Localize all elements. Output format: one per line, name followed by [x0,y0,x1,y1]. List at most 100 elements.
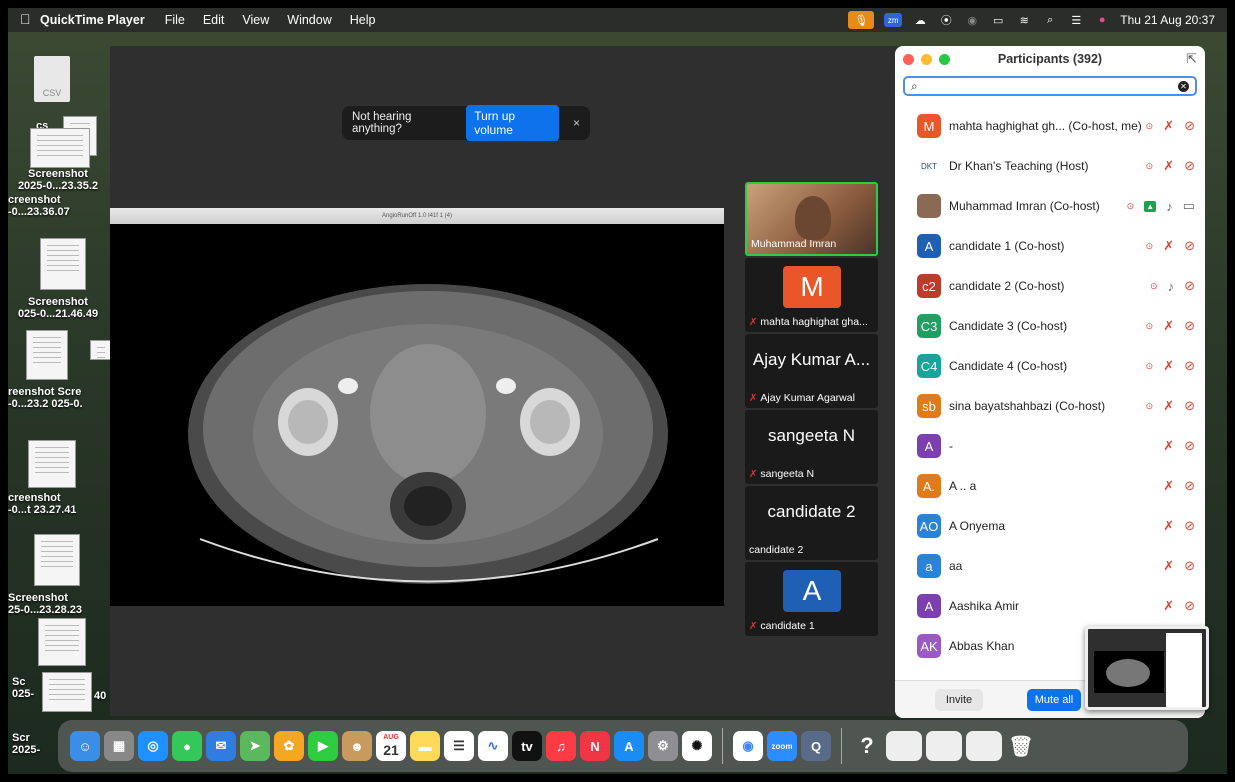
quicktime-icon[interactable]: Q [801,731,831,761]
messages-icon[interactable]: ● [172,731,202,761]
recording-icon[interactable]: ⊙ [1146,161,1154,172]
mic-on-icon[interactable]: ♪ [1166,199,1173,214]
menu-help[interactable]: Help [350,13,376,27]
mute-all-button[interactable]: Mute all [1027,689,1081,711]
trash-icon[interactable]: 🗑 [1006,731,1036,761]
mic-muted-icon[interactable]: ✗ [1163,558,1174,574]
screenshot-thumb[interactable] [26,330,68,380]
turn-up-volume-button[interactable]: Turn up volume [466,105,559,141]
recent-screenshot-icon[interactable] [966,731,1002,761]
participant-row[interactable]: c2 candidate 2 (Co-host) ⊙ ♪ ⊘ [895,266,1205,306]
screenshot-thumb[interactable] [90,340,112,360]
video-off-icon[interactable]: ⊘ [1184,238,1195,254]
desktop-file-label[interactable]: Scr 2025- [12,732,52,756]
participant-row[interactable]: Mmahta haghighat gh... (Co-host, me) ⊙ ✗ ⊘ [895,106,1205,146]
share-screen-icon[interactable]: ▲ [1144,200,1157,212]
photos-icon[interactable]: ✿ [274,731,304,761]
participant-row[interactable]: A - ✗ ⊘ [895,426,1205,466]
participant-row[interactable]: sb sina bayatshahbazi (Co-host) ⊙ ✗ ⊘ [895,386,1205,426]
zoom-status-icon[interactable]: zm [884,13,903,27]
screenshot-thumb[interactable] [40,238,86,290]
contacts-icon[interactable]: ☻ [342,731,372,761]
clock[interactable]: Thu 21 Aug 20:37 [1120,13,1215,27]
chatgpt-icon[interactable]: ✺ [682,731,712,761]
desktop-file-label[interactable]: 40 [94,690,106,702]
play-icon[interactable]: ⦿ [938,13,954,27]
microphone-icon[interactable]: 🎙 [848,11,875,29]
recording-icon[interactable]: ⊙ [1146,361,1154,372]
recording-icon[interactable]: ⊙ [1146,121,1154,132]
video-off-icon[interactable]: ⊘ [1184,158,1195,174]
video-off-icon[interactable]: ⊘ [1184,438,1195,454]
search-icon[interactable]: ⌕ [1042,13,1058,27]
close-icon[interactable]: × [573,116,580,130]
mic-muted-icon[interactable]: ✗ [1163,518,1174,534]
apple-icon[interactable]:  [20,11,31,27]
participant-row[interactable]: Acandidate 1 (Co-host) ⊙ ✗ ⊘ [895,226,1205,266]
menu-file[interactable]: File [165,13,185,27]
participant-row[interactable]: A. A .. a ✗ ⊘ [895,466,1205,506]
video-tile[interactable]: candidate 2 candidate 2 [745,486,878,560]
video-tile[interactable]: A ✗ candidate 1 [745,562,878,636]
video-off-icon[interactable]: ⊘ [1184,598,1195,614]
desktop-file-label[interactable]: creenshot -0...t 23.27.41 [8,492,88,516]
screenshot-preview[interactable] [1085,626,1209,710]
participant-row[interactable]: Muhammad Imran (Co-host) ⊙ ▲ ♪ ▭ [895,186,1205,226]
menu-window[interactable]: Window [287,13,331,27]
notes-icon[interactable]: ▬ [410,731,440,761]
record-icon[interactable]: ◉ [964,13,980,27]
appstore-icon[interactable]: A [614,731,644,761]
chrome-icon[interactable]: ◉ [733,731,763,761]
facetime-icon[interactable]: ▶ [308,731,338,761]
siri-icon[interactable]: ● [1094,13,1110,27]
music-icon[interactable]: ♫ [546,731,576,761]
screenshot-thumb[interactable] [42,672,92,712]
zoom-icon[interactable]: zoom [767,731,797,761]
video-tile[interactable]: Ajay Kumar A... ✗ Ajay Kumar Agarwal [745,334,878,408]
mic-muted-icon[interactable]: ✗ [1163,238,1174,254]
video-on-icon[interactable]: ▭ [1183,198,1195,214]
desktop-file-label[interactable]: reenshot Scre -0...23.2 025-0. [8,386,118,410]
control-center-icon[interactable]: ☰ [1068,13,1084,27]
video-off-icon[interactable]: ⊘ [1184,478,1195,494]
participant-row[interactable]: DKT Dr Khan's Teaching (Host) ⊙ ✗ ⊘ [895,146,1205,186]
mic-muted-icon[interactable]: ✗ [1163,598,1174,614]
video-off-icon[interactable]: ⊘ [1184,118,1195,134]
app-menu[interactable]: QuickTime Player [40,13,145,27]
participant-row[interactable]: A Aashika Amir ✗ ⊘ [895,586,1205,626]
recent-screenshot-icon[interactable] [926,731,962,761]
desktop-file-label[interactable]: Screenshot 25-0...23.28.23 [8,592,108,616]
finder-icon[interactable]: ☺ [70,731,100,761]
popout-icon[interactable]: ⇱ [1186,51,1197,67]
launchpad-icon[interactable]: ▦ [104,731,134,761]
calendar-icon[interactable]: AUG 21 [376,731,406,761]
mic-muted-icon[interactable]: ✗ [1163,358,1174,374]
help-icon[interactable]: ? [852,731,882,761]
mic-muted-icon[interactable]: ✗ [1163,318,1174,334]
participant-row[interactable]: AO A Onyema ✗ ⊘ [895,506,1205,546]
video-off-icon[interactable]: ⊘ [1184,558,1195,574]
recording-icon[interactable]: ⊙ [1146,321,1154,332]
recent-screenshot-icon[interactable] [886,731,922,761]
video-tile[interactable]: M ✗ mahta haghighat gha... [745,258,878,332]
video-tile[interactable]: sangeeta N ✗ sangeeta N [745,410,878,484]
desktop-file-label[interactable]: creenshot -0...23.36.07 [8,194,78,218]
mic-muted-icon[interactable]: ✗ [1163,118,1174,134]
menu-view[interactable]: View [242,13,269,27]
screenshot-thumb[interactable] [30,128,90,168]
safari-icon[interactable]: ◎ [138,731,168,761]
mic-muted-icon[interactable]: ✗ [1163,438,1174,454]
invite-button[interactable]: Invite [935,689,983,711]
video-off-icon[interactable]: ⊘ [1184,358,1195,374]
mic-muted-icon[interactable]: ✗ [1163,398,1174,414]
search-input[interactable] [923,80,1172,92]
video-off-icon[interactable]: ⊘ [1184,518,1195,534]
csv-file-icon[interactable]: CSV [34,56,70,102]
participant-row[interactable]: a aa ✗ ⊘ [895,546,1205,586]
mic-muted-icon[interactable]: ✗ [1163,478,1174,494]
screenshot-thumb[interactable] [38,618,86,666]
recording-icon[interactable]: ⊙ [1146,401,1154,412]
clear-search-icon[interactable]: ✕ [1178,80,1189,92]
menu-edit[interactable]: Edit [203,13,225,27]
video-tile[interactable]: Muhammad Imran [745,182,878,256]
